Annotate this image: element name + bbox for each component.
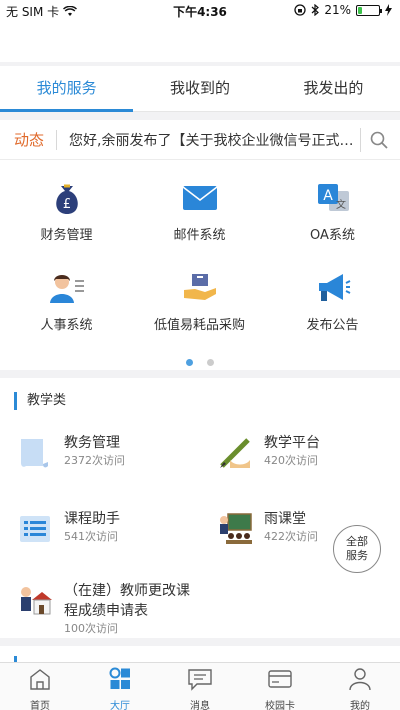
news-ticker[interactable]: 动态 您好,余丽发布了【关于我校企业微信号正式上线的通知】 [0, 120, 400, 160]
news-tag: 动态 [0, 129, 58, 150]
tabbar-me-label: 我的 [350, 701, 370, 710]
app-name: 教务管理 [64, 435, 120, 451]
page-dot-1[interactable] [186, 359, 194, 366]
search-icon [370, 131, 388, 149]
header-area [0, 22, 400, 62]
all-services-label-line1: 全部 [346, 535, 368, 548]
service-oa[interactable]: A 文 OA系统 [266, 178, 399, 243]
charging-icon [385, 4, 392, 16]
classroom-icon [220, 513, 252, 544]
grid-icon [109, 667, 130, 689]
message-icon [188, 669, 212, 691]
tabbar-hall-label: 大厅 [110, 701, 130, 710]
tab-sent[interactable]: 我发出的 [267, 66, 400, 111]
list-icon [20, 516, 50, 542]
tabbar-messages-label: 消息 [190, 701, 210, 710]
app-visit-count: 2372次访问 [64, 454, 125, 467]
service-hr[interactable]: 人事系统 [0, 268, 133, 333]
section-title-teaching: 教学类 [14, 392, 66, 410]
service-finance-label: 财务管理 [40, 228, 93, 243]
app-visit-count: 422次访问 [264, 530, 318, 543]
app-name-line1: （在建）教师更改课 [64, 583, 190, 599]
search-button[interactable] [360, 127, 396, 152]
app-name: 教学平台 [264, 435, 320, 451]
svg-text:£: £ [62, 197, 70, 212]
scroll-icon [21, 439, 48, 468]
tabbar-home-label: 首页 [30, 701, 50, 710]
app-name-line2: 程成绩申请表 [64, 603, 148, 619]
svg-text:文: 文 [336, 198, 346, 211]
news-text[interactable]: 您好,余丽发布了【关于我校企业微信号正式上线的通知】 [57, 130, 360, 150]
money-bag-icon: £ [47, 178, 87, 218]
all-services-button[interactable]: 全部 服务 [333, 525, 381, 573]
envelope-icon [180, 178, 220, 218]
service-purchase-label: 低值易耗品采购 [153, 318, 245, 333]
tab-my-services[interactable]: 我的服务 [0, 66, 134, 112]
app-visit-count: 100次访问 [64, 622, 118, 635]
service-oa-label: OA系统 [310, 228, 355, 243]
service-purchase[interactable]: 低值易耗品采购 [133, 268, 266, 333]
service-mail[interactable]: 邮件系统 [133, 178, 266, 243]
service-hr-label: 人事系统 [40, 318, 93, 333]
person-card-icon [47, 268, 87, 308]
service-grid: £ 财务管理 邮件系统 A 文 OA系统 人事系统 低值易耗品采购 发布公告 [0, 160, 400, 370]
teacher-home-icon [21, 587, 52, 615]
service-announce[interactable]: 发布公告 [266, 268, 399, 333]
tabbar-home[interactable]: 首页 [0, 663, 80, 710]
all-services-label-line2: 服务 [346, 549, 368, 562]
page-indicator [0, 351, 400, 370]
service-mail-label: 邮件系统 [173, 228, 226, 243]
app-name: 课程助手 [64, 511, 120, 527]
megaphone-icon [313, 268, 353, 308]
battery-percent: 21% [324, 3, 351, 17]
bottom-tab-bar: 首页 大厅 消息 校园卡 我的 [0, 662, 400, 710]
user-icon [349, 668, 371, 691]
tab-received[interactable]: 我收到的 [133, 66, 266, 111]
app-grade-change-request[interactable]: （在建）教师更改课 程成绩申请表 100次访问 [18, 583, 208, 635]
card-icon [268, 670, 292, 688]
svg-text:A: A [323, 188, 333, 204]
page-dot-2[interactable] [206, 359, 214, 366]
battery-icon [356, 4, 382, 16]
tabbar-messages[interactable]: 消息 [160, 663, 240, 710]
service-announce-label: 发布公告 [306, 318, 359, 333]
hand-box-icon [180, 268, 220, 308]
app-teaching-platform[interactable]: 教学平台 420次访问 [218, 435, 388, 476]
service-tabs: 我的服务 我收到的 我发出的 [0, 66, 400, 112]
status-right: 21% [294, 3, 392, 17]
home-icon [30, 669, 50, 690]
bluetooth-icon [311, 4, 320, 16]
teaching-section: 教学类 教务管理 2372次访问 教学平台 420次访问 课程助手 541次访问 [0, 378, 400, 638]
app-name: 雨课堂 [264, 511, 306, 527]
tabbar-me[interactable]: 我的 [320, 663, 400, 710]
app-visit-count: 420次访问 [264, 454, 318, 467]
app-course-assistant[interactable]: 课程助手 541次访问 [18, 511, 208, 552]
app-visit-count: 541次访问 [64, 530, 118, 543]
tabbar-hall[interactable]: 大厅 [80, 663, 160, 710]
service-finance[interactable]: £ 财务管理 [0, 178, 133, 243]
translate-icon: A 文 [313, 178, 353, 218]
app-rain-classroom[interactable]: 雨课堂 422次访问 [218, 511, 328, 552]
tabbar-campus-card-label: 校园卡 [265, 701, 295, 710]
app-academic-affairs[interactable]: 教务管理 2372次访问 [18, 435, 208, 476]
rotation-lock-icon [294, 4, 306, 16]
pen-icon [220, 438, 250, 468]
tabbar-campus-card[interactable]: 校园卡 [240, 663, 320, 710]
status-bar: 无 SIM 卡 下午4:36 21% [0, 0, 400, 22]
